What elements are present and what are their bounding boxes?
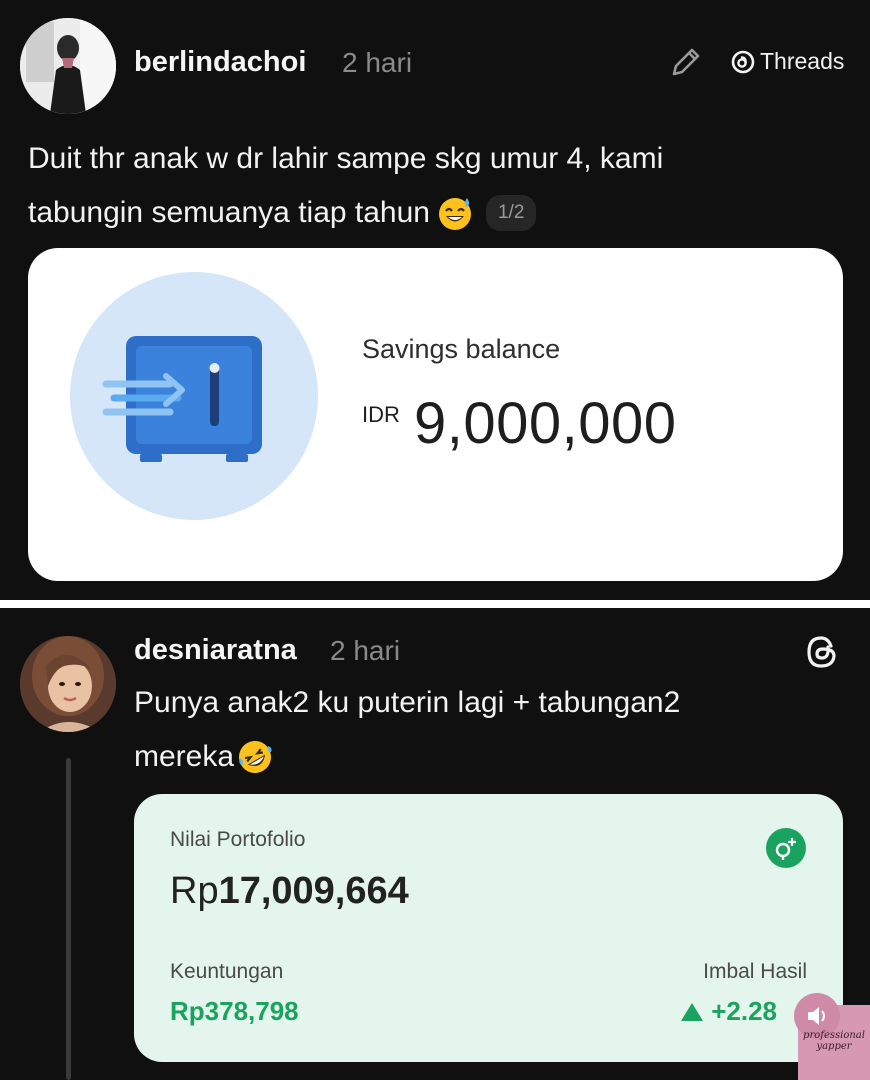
savings-balance-label: Savings balance: [362, 334, 561, 364]
post-time: 2 hari: [330, 635, 401, 666]
avatar-image: [20, 636, 116, 732]
savings-card[interactable]: Savings balance IDR 9,000,000: [28, 248, 843, 581]
reply-text-line1: Punya anak2 ku puterin lagi + tabungan2: [134, 686, 681, 719]
avatar-image: [20, 18, 116, 114]
portfolio-label: Nilai Portofolio: [170, 828, 306, 851]
threads-icon[interactable]: [804, 634, 840, 670]
return-label: Imbal Hasil: [703, 960, 807, 983]
post-time: 2 hari: [342, 47, 413, 78]
safe-icon: [102, 336, 262, 462]
watermark-line1: professional: [803, 1030, 865, 1041]
portfolio-value: Rp17,009,664: [170, 870, 409, 913]
portfolio-card[interactable]: Nilai Portofolio Rp17,009,664 Keuntungan…: [134, 794, 843, 1062]
username[interactable]: berlindachoi: [134, 46, 306, 79]
reply-text-line2: mereka: [134, 730, 680, 784]
pencil-icon[interactable]: [668, 44, 704, 80]
post-text-line2: tabungin semuanya tiap tahun 1/2: [28, 186, 663, 240]
reply-text-line2-text: mereka: [134, 740, 235, 773]
portfolio-currency: Rp: [170, 870, 219, 912]
username[interactable]: desniaratna: [134, 634, 297, 667]
up-triangle-icon: [681, 1003, 703, 1021]
profit-label: Keuntungan: [170, 960, 284, 983]
avatar[interactable]: [20, 18, 116, 114]
reply-text: Punya anak2 ku puterin lagi + tabungan2 …: [134, 676, 680, 784]
post-berlindachoi: berlindachoi 2 hari Threads Duit thr ana…: [0, 0, 870, 600]
profit-value: Rp378,798: [170, 996, 299, 1026]
post-desniaratna: desniaratna 2 hari Punya anak2 ku puteri…: [0, 608, 870, 1080]
return-value: +2.28: [680, 996, 777, 1027]
post-divider: [0, 600, 870, 608]
threads-label: Threads: [760, 48, 845, 74]
watermark-text: professional yapper: [798, 1030, 870, 1052]
post-text-line1: Duit thr anak w dr lahir sampe skg umur …: [28, 142, 664, 175]
threads-button[interactable]: Threads: [730, 48, 844, 75]
savings-balance-amount: 9,000,000: [414, 391, 677, 456]
page-indicator: 1/2: [485, 195, 537, 231]
threads-icon: [731, 50, 755, 73]
return-value-text: +2.28: [711, 996, 778, 1026]
avatar[interactable]: [20, 636, 116, 732]
add-member-button[interactable]: [766, 828, 806, 868]
add-person-icon: [775, 838, 796, 860]
speaker-icon: [808, 1007, 825, 1025]
sweat-smile-emoji-icon: [438, 198, 471, 230]
currency-label: IDR: [362, 402, 400, 427]
watermark-line2: yapper: [816, 1041, 852, 1052]
rofl-emoji-icon: [239, 741, 272, 773]
thread-line: [66, 758, 71, 1080]
post-text-line2-text: tabungin semuanya tiap tahun: [28, 196, 430, 229]
safe-icon-background: [70, 272, 318, 520]
post-text: Duit thr anak w dr lahir sampe skg umur …: [28, 132, 663, 240]
portfolio-amount: 17,009,664: [218, 870, 409, 912]
